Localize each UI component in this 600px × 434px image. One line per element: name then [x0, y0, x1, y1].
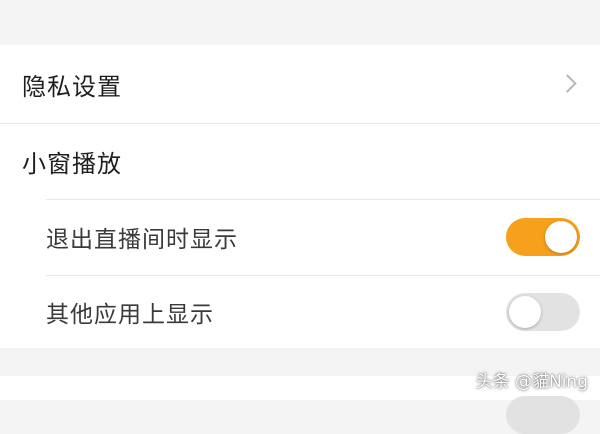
mini-window-label: 小窗播放 [22, 149, 122, 178]
settings-screen: 隐私设置 小窗播放 退出直播间时显示 其他应用上显示 头条 @貓Ning [0, 0, 600, 434]
toggle-knob [509, 295, 541, 328]
partial-toggle[interactable] [506, 396, 580, 434]
exit-live-display-label: 退出直播间时显示 [46, 227, 238, 253]
privacy-settings-label: 隐私设置 [22, 72, 122, 101]
settings-card: 隐私设置 小窗播放 退出直播间时显示 其他应用上显示 [0, 45, 600, 348]
other-apps-display-row: 其他应用上显示 [0, 275, 600, 348]
privacy-settings-row[interactable]: 隐私设置 [0, 45, 600, 123]
exit-live-display-toggle[interactable] [506, 218, 580, 256]
chevron-right-icon [558, 74, 577, 93]
mini-window-section-header: 小窗播放 [0, 123, 600, 199]
other-apps-display-toggle[interactable] [506, 292, 580, 331]
exit-live-display-row: 退出直播间时显示 [0, 199, 600, 275]
other-apps-display-label: 其他应用上显示 [46, 301, 214, 328]
toggle-knob [545, 221, 577, 253]
watermark: 头条 @貓Ning [475, 372, 588, 392]
